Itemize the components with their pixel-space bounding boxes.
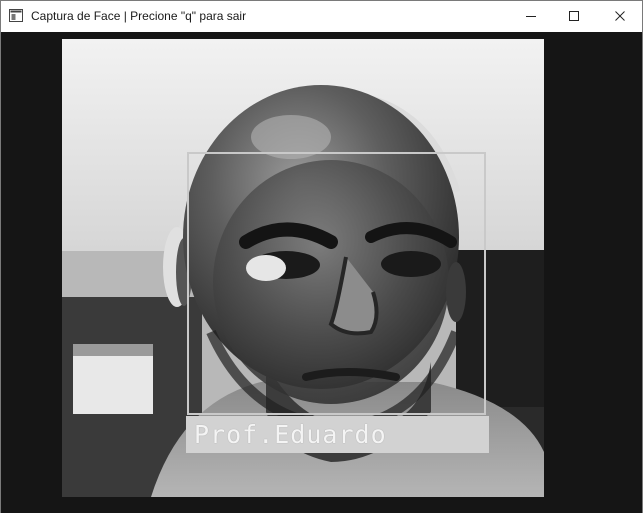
title-bar[interactable]: Captura de Face | Precione "q" para sair <box>1 1 642 32</box>
window-app-icon <box>9 9 23 22</box>
camera-frame: Prof.Eduardo <box>1 32 642 513</box>
close-button[interactable] <box>597 1 643 31</box>
face-detection-box <box>187 152 486 415</box>
maximize-button[interactable] <box>551 1 597 31</box>
maximize-icon <box>569 11 579 21</box>
face-name-label: Prof.Eduardo <box>186 416 489 453</box>
recognized-name: Prof.Eduardo <box>194 420 387 449</box>
close-icon <box>615 11 625 21</box>
minimize-button[interactable] <box>508 1 554 31</box>
window-title: Captura de Face | Precione "q" para sair <box>31 9 247 23</box>
capture-window: Captura de Face | Precione "q" para sair <box>0 0 643 513</box>
minimize-icon <box>526 16 536 17</box>
